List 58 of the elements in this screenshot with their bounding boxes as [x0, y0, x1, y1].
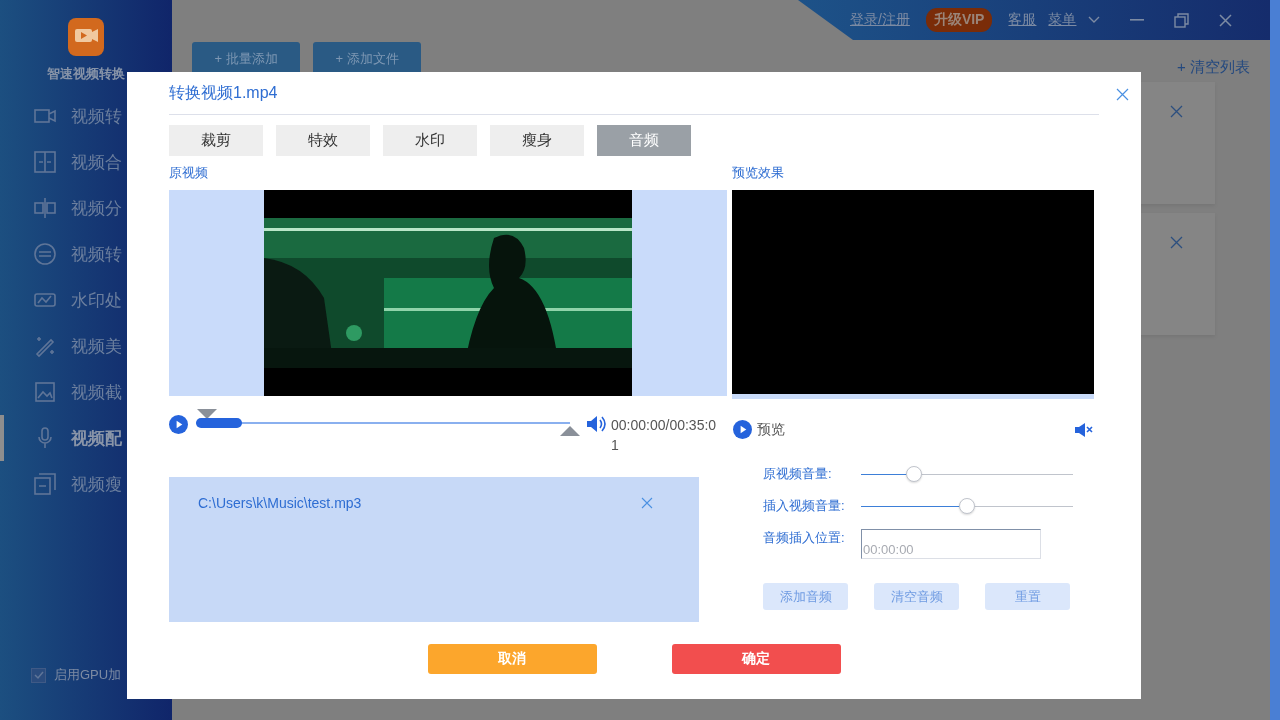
sidebar-item[interactable]: 视频瘦 [0, 461, 172, 507]
menu-icon [33, 196, 57, 220]
minimize-icon[interactable] [1130, 19, 1145, 21]
close-icon[interactable] [1170, 236, 1183, 249]
sidebar-item[interactable]: 视频截 [0, 369, 172, 415]
chevron-down-icon[interactable] [1088, 16, 1101, 24]
section-label: 原视频 [169, 164, 208, 182]
checkbox-label: 启用GPU加 [54, 666, 122, 684]
volume-icon[interactable] [586, 415, 606, 433]
login-link[interactable]: 登录/注册 [850, 11, 910, 29]
input-field[interactable]: 00:00:00 [861, 529, 1041, 559]
tab[interactable]: 瘦身 [490, 125, 584, 156]
checkbox[interactable] [31, 667, 46, 683]
play-icon[interactable] [169, 415, 188, 434]
menu-icon [33, 472, 57, 496]
close-icon[interactable] [1170, 105, 1183, 118]
play-icon[interactable] [733, 420, 752, 439]
confirm-button[interactable]: 确定 [671, 644, 841, 674]
menu-icon [33, 242, 57, 266]
app-logo-icon [68, 18, 104, 56]
field-label: 音频插入位置: [763, 529, 846, 547]
slider-thumb[interactable] [906, 466, 922, 482]
slider-label: 插入视频音量: [763, 497, 846, 515]
slider-thumb[interactable] [959, 498, 975, 514]
audio-button[interactable]: 重置 [985, 583, 1070, 610]
menu-icon [33, 380, 57, 404]
sidebar-item[interactable]: 视频转 [0, 231, 172, 277]
time-display: 00:00:00/00:35:01 [611, 416, 718, 455]
tab[interactable]: 特效 [276, 125, 370, 156]
tab[interactable]: 水印 [383, 125, 477, 156]
sidebar-item[interactable]: 视频美 [0, 323, 172, 369]
app-title: 智速视频转换 [47, 65, 125, 83]
restore-icon[interactable] [1174, 12, 1190, 28]
close-icon[interactable] [1219, 13, 1233, 27]
cancel-button[interactable]: 取消 [427, 644, 597, 674]
close-icon[interactable] [1116, 88, 1129, 101]
sidebar-item[interactable]: 视频分 [0, 185, 172, 231]
audio-file-path: C:\Users\k\Music\test.mp3 [198, 495, 362, 511]
close-icon[interactable] [641, 497, 653, 509]
preview-label: 预览 [757, 420, 785, 439]
section-label: 预览效果 [732, 164, 784, 182]
end-marker-icon[interactable] [560, 426, 580, 436]
mute-icon[interactable] [1074, 421, 1094, 438]
volume-slider[interactable] [861, 497, 1073, 515]
clear-list-link[interactable]: + 清空列表 [1177, 58, 1250, 77]
tab[interactable]: 音频 [597, 125, 691, 156]
slider-label: 原视频音量: [763, 465, 833, 483]
audio-button[interactable]: 清空音频 [874, 583, 959, 610]
volume-slider[interactable] [861, 465, 1073, 483]
service-link[interactable]: 客服 [1008, 11, 1037, 29]
menu-link[interactable]: 菜单 [1048, 11, 1077, 29]
menu-icon [33, 334, 57, 358]
menu-icon [33, 150, 57, 174]
sidebar-item[interactable]: 水印处 [0, 277, 172, 323]
vip-button[interactable]: 升级VIP [925, 8, 993, 32]
dialog-title: 转换视频1.mp4 [169, 82, 278, 103]
tab[interactable]: 裁剪 [169, 125, 263, 156]
audio-button[interactable]: 添加音频 [763, 583, 848, 610]
